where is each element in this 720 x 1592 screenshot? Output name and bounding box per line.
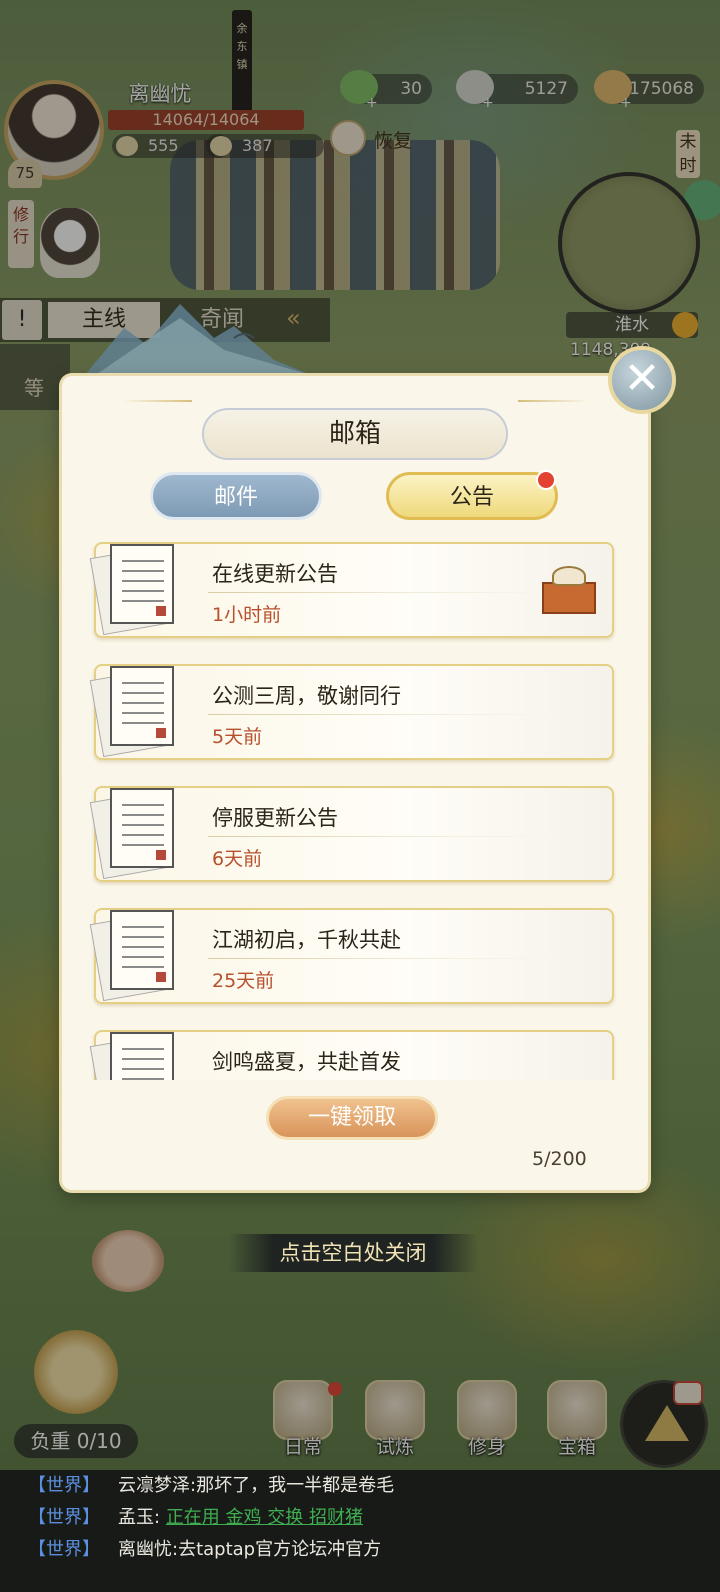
list-item[interactable]: 停服更新公告 6天前: [89, 786, 614, 882]
mail-title: 公测三周，敬谢同行: [212, 684, 401, 708]
mailbox-modal: 邮箱 邮件 公告 在线更新公告 1小时前 公测三周，敬谢同行 5天前 停服更新公…: [62, 376, 648, 1190]
mail-title: 剑鸣盛夏，共赴首发: [212, 1050, 401, 1074]
list-item[interactable]: 公测三周，敬谢同行 5天前: [89, 664, 614, 760]
letter-icon: [89, 660, 190, 764]
letter-icon: [89, 540, 190, 642]
chat-line: 【世界】 孟玉: 正在用 金鸡 交换 招财猪: [28, 1507, 363, 1528]
mail-title: 江湖初启，千秋共赴: [212, 928, 401, 952]
letter-icon: [89, 904, 190, 1008]
mountain-decoration: [84, 304, 314, 376]
seal-stamp-icon: [156, 606, 166, 616]
trade-link[interactable]: 正在用 金鸡 交换 招财猪: [166, 1507, 363, 1528]
mail-time: 6天前: [212, 848, 263, 870]
close-hint: 点击空白处关闭: [228, 1234, 478, 1272]
seal-stamp-icon: [156, 972, 166, 982]
mail-time: 25天前: [212, 970, 275, 992]
list-item[interactable]: 在线更新公告 1小时前: [89, 542, 614, 638]
notification-dot: [536, 470, 556, 490]
list-item[interactable]: 江湖初启，千秋共赴 25天前: [89, 908, 614, 1004]
close-icon: ✕: [623, 353, 661, 404]
claim-all-button[interactable]: 一键领取: [266, 1096, 438, 1140]
letter-icon: [89, 1026, 190, 1080]
world-chat-panel[interactable]: 【世界】 云凛梦泽:那坏了，我一半都是卷毛 【世界】 孟玉: 正在用 金鸡 交换…: [0, 1470, 720, 1592]
modal-title-wrap: 邮箱: [202, 408, 508, 460]
seal-stamp-icon: [156, 728, 166, 738]
mail-count: 5/200: [532, 1148, 587, 1170]
letter-icon: [89, 782, 190, 886]
mail-title: 停服更新公告: [212, 806, 338, 830]
mail-time: 1小时前: [212, 604, 282, 626]
tab-mail[interactable]: 邮件: [150, 472, 322, 520]
close-button[interactable]: ✕: [608, 346, 676, 414]
mail-list[interactable]: 在线更新公告 1小时前 公测三周，敬谢同行 5天前 停服更新公告 6天前 江湖初…: [88, 540, 618, 1080]
title-ornament-right: [518, 400, 588, 402]
modal-title: 邮箱: [202, 408, 508, 460]
title-ornament-left: [122, 400, 192, 402]
mail-time: 5天前: [212, 726, 263, 748]
seal-stamp-icon: [156, 850, 166, 860]
list-item[interactable]: 剑鸣盛夏，共赴首发: [89, 1030, 614, 1080]
gift-box-icon: [540, 566, 598, 614]
mail-title: 在线更新公告: [212, 562, 338, 586]
tab-announcement[interactable]: 公告: [386, 472, 558, 520]
chat-line: 【世界】 云凛梦泽:那坏了，我一半都是卷毛: [28, 1475, 395, 1496]
chat-line: 【世界】 离幽忧:去taptap官方论坛冲官方: [28, 1539, 382, 1560]
